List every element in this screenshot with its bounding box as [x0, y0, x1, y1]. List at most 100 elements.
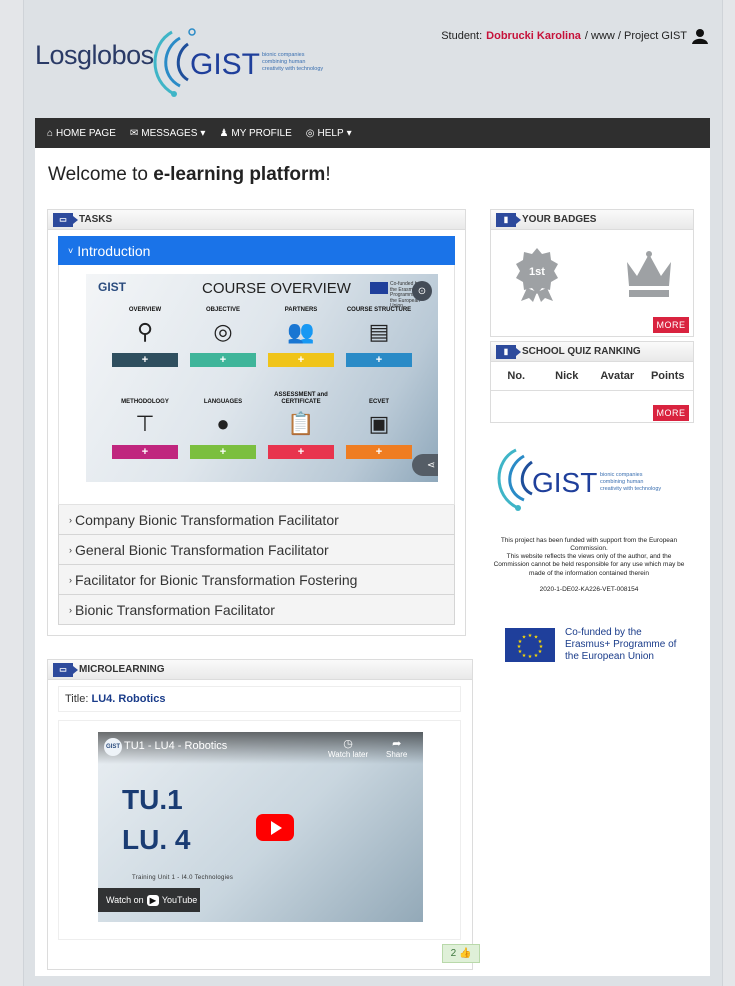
youtube-logo-icon: ▶: [146, 894, 159, 906]
lifebuoy-icon: ◎: [305, 127, 315, 139]
target-icon: ◎: [213, 319, 233, 344]
course-label: LANGUAGES: [203, 398, 243, 405]
nav-home-label: HOME PAGE: [56, 127, 116, 139]
thumbs-up-icon: 👍: [458, 948, 472, 959]
nav-help-label: HELP: [317, 127, 344, 139]
youtube-label: YouTube: [161, 895, 198, 905]
user-name[interactable]: Dobrucki Karolina: [486, 30, 581, 42]
erasmus-logo: ★ ★ ★ ★ ★ ★ ★ ★ ★ ★ ★ ★ Co-funded by the Erasmus+…: [505, 627, 680, 663]
badges-title: YOUR BADGES: [522, 214, 597, 225]
chevron-right-icon: ›: [69, 514, 72, 525]
user-path: / www / Project GIST: [584, 30, 687, 42]
methodology-plus-button[interactable]: +: [112, 445, 178, 459]
erasmus-text: Co-funded by the Erasmus+ Programme of t…: [565, 627, 677, 662]
quiz-ranking-panel: ▮ SCHOOL QUIZ RANKING No. Nick Avatar Po…: [490, 341, 694, 423]
video-big-text-2: LU. 4: [122, 824, 191, 855]
chart-icon: ▮: [496, 212, 521, 227]
video-share-button[interactable]: ➦ Share: [386, 737, 407, 759]
nav-home[interactable]: ⌂ HOME PAGE: [47, 128, 116, 139]
youtube-video[interactable]: GIST TU1 - LU4 - Robotics ◷ Watch later …: [98, 732, 423, 922]
like-button[interactable]: 2 👍: [442, 944, 480, 963]
user-small-icon: ♟: [219, 127, 229, 139]
svg-text:1st: 1st: [529, 266, 545, 278]
svg-text:creativity with technology: creativity with technology: [262, 66, 323, 72]
accordion-item-label: Company Bionic Transformation Facilitato…: [75, 511, 339, 528]
lesson-title: Title: LU4. Robotics: [58, 686, 461, 712]
watch-on-label: Watch on: [106, 895, 144, 905]
assessment-plus-button[interactable]: +: [268, 445, 334, 459]
microlearning-panel: ▭ MICROLEARNING Title: LU4. Robotics GIS…: [47, 659, 480, 970]
structure-plus-button[interactable]: +: [346, 353, 412, 367]
nav-profile-label: MY PROFILE: [231, 127, 292, 139]
introduction-body: GIST COURSE OVERVIEW Co-funded by the Er…: [58, 265, 455, 505]
funding-text-1: This project has been funded with suppor…: [500, 537, 678, 553]
svg-text:★: ★: [522, 635, 527, 641]
course-overview-presentation[interactable]: GIST COURSE OVERVIEW Co-funded by the Er…: [86, 274, 438, 482]
share-control[interactable]: ⋖ in: [412, 454, 438, 476]
accordion-item[interactable]: › Bionic Transformation Facilitator: [58, 595, 455, 625]
ecvet-plus-button[interactable]: +: [346, 445, 412, 459]
svg-text:combining human: combining human: [262, 59, 305, 65]
watch-later-button[interactable]: ◷ Watch later: [328, 737, 368, 759]
accordion-item[interactable]: › Company Bionic Transformation Facilitat…: [58, 505, 455, 535]
project-number: 2020-1-DE02-KA226-VET-008154: [539, 585, 639, 593]
funding-notice: This project has been funded with suppor…: [489, 537, 689, 594]
svg-text:★: ★: [528, 633, 533, 639]
tasks-panel: ▭ TASKS ˅ Introduction GIST COURSE OVERV…: [47, 209, 466, 636]
divider: [491, 390, 693, 391]
chevron-down-icon: ˅: [68, 245, 74, 256]
watch-on-youtube-button[interactable]: Watch on ▶ YouTube: [98, 888, 200, 912]
objective-plus-button[interactable]: +: [190, 353, 256, 367]
course-item-objective: OBJECTIVE ◎ +: [190, 298, 256, 367]
first-place-badge-icon: 1st: [516, 248, 558, 302]
clock-icon: ◷: [343, 738, 353, 750]
video-title[interactable]: TU1 - LU4 - Robotics: [124, 740, 227, 752]
quiz-more-button[interactable]: MORE: [653, 405, 689, 421]
course-item-assessment: ASSESSMENT and CERTIFICATE 📋 +: [268, 390, 334, 459]
accordion-item[interactable]: › Facilitator for Bionic Transformation F…: [58, 565, 455, 595]
globe-icon: ●: [216, 411, 230, 436]
languages-plus-button[interactable]: +: [190, 445, 256, 459]
column-header-no: No.: [507, 370, 526, 382]
tasks-header: ▭ TASKS: [48, 210, 465, 230]
unlock-icon[interactable]: ⊙: [412, 281, 432, 301]
nav-profile[interactable]: ♟ MY PROFILE: [219, 128, 291, 139]
course-label: PARTNERS: [284, 306, 318, 313]
user-icon[interactable]: [691, 28, 709, 44]
watch-later-label: Watch later: [328, 750, 369, 759]
svg-text:creativity with technology: creativity with technology: [600, 486, 661, 492]
svg-text:★: ★: [528, 654, 533, 660]
nav-messages[interactable]: ✉ MESSAGES ▾: [130, 128, 206, 139]
badges-more-button[interactable]: MORE: [653, 317, 689, 333]
course-item-partners: PARTNERS 👥 +: [268, 298, 334, 367]
course-item-overview: OVERVIEW ⚲ +: [112, 298, 178, 367]
video-big-text-1: TU.1: [122, 784, 183, 815]
video-share-label: Share: [386, 750, 408, 759]
accordion-item-label: Facilitator for Bionic Transformation Fo…: [75, 571, 358, 588]
accordion-item[interactable]: › General Bionic Transformation Facilitat…: [58, 535, 455, 565]
channel-avatar[interactable]: GIST: [104, 738, 122, 756]
overview-plus-button[interactable]: +: [112, 353, 178, 367]
video-footer-text: Training Unit 1 - I4.0 Technologies: [132, 875, 234, 881]
nav-help[interactable]: ◎ HELP ▾: [306, 128, 352, 139]
clipboard-icon: 📋: [287, 411, 315, 436]
course-title: COURSE OVERVIEW: [202, 280, 351, 297]
accordion-introduction[interactable]: ˅ Introduction: [58, 236, 455, 265]
svg-text:bionic companies: bionic companies: [262, 52, 305, 58]
video-container: GIST TU1 - LU4 - Robotics ◷ Watch later …: [58, 720, 461, 940]
chevron-right-icon: ›: [69, 544, 72, 555]
svg-text:★: ★: [538, 649, 543, 655]
badges-panel: ▮ YOUR BADGES 1st MORE: [490, 209, 694, 337]
partners-plus-button[interactable]: +: [268, 353, 334, 367]
column-header-avatar: Avatar: [600, 370, 635, 382]
quiz-ranking-title: SCHOOL QUIZ RANKING: [522, 346, 641, 357]
magnifier-icon: ⚲: [136, 319, 154, 344]
play-button[interactable]: [256, 814, 294, 841]
course-item-methodology: METHODOLOGY ⊤ +: [112, 390, 178, 459]
share-icon: ⋖: [426, 459, 436, 471]
funding-text-2: This website reflects the views only of …: [493, 553, 685, 577]
brand-logo[interactable]: Losglobos: [35, 40, 154, 71]
eu-flag-icon: ★ ★ ★ ★ ★ ★ ★ ★ ★ ★ ★ ★: [505, 628, 555, 662]
course-gist-logo: GIST: [98, 280, 127, 294]
gist-logo: GIST bionic companies combining human cr…: [153, 28, 323, 97]
